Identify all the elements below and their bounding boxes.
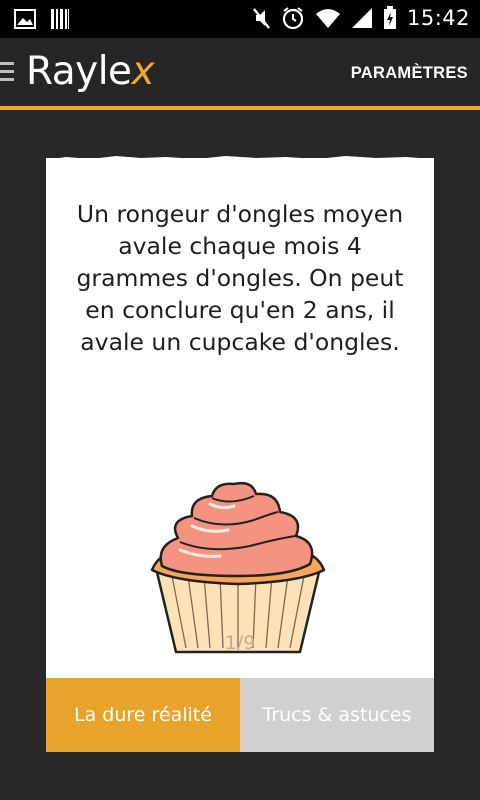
logo-accent: x	[131, 49, 155, 94]
signal-icon	[351, 7, 373, 29]
torn-paper-edge	[46, 156, 434, 166]
image-icon	[14, 9, 36, 29]
system-icons: 15:42	[251, 6, 470, 30]
app-bar: Raylex PARAMÈTRES	[0, 38, 480, 110]
tab-la-dure-realite[interactable]: La dure réalité	[46, 678, 240, 752]
wifi-icon	[315, 7, 341, 29]
status-bar: 15:42	[0, 0, 480, 38]
status-time: 15:42	[406, 6, 470, 30]
page-indicator: 1/9	[224, 632, 256, 654]
alarm-icon	[281, 6, 305, 30]
barcode-icon	[50, 8, 70, 30]
menu-icon[interactable]	[0, 62, 14, 82]
settings-button[interactable]: PARAMÈTRES	[351, 64, 468, 83]
app-logo[interactable]: Raylex	[26, 48, 155, 96]
tab-bar: La dure réalité Trucs & astuces	[46, 678, 434, 752]
fact-card: Un rongeur d'ongles moyen avale chaque m…	[46, 156, 434, 752]
logo-text: Rayle	[26, 49, 132, 94]
tab-trucs-astuces[interactable]: Trucs & astuces	[240, 678, 434, 752]
fact-text: Un rongeur d'ongles moyen avale chaque m…	[76, 200, 404, 356]
notification-icons	[14, 8, 70, 30]
battery-icon	[383, 6, 397, 30]
mute-icon	[251, 6, 271, 30]
